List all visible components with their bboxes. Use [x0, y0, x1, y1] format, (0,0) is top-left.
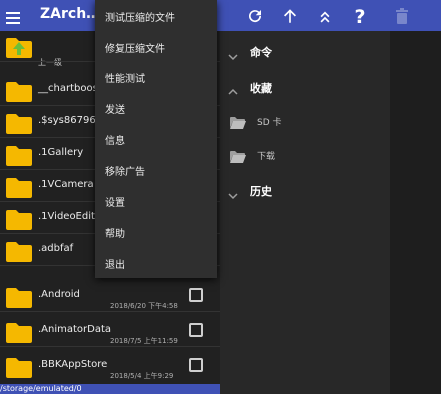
file-date: 2018/7/5 上午11:59 — [110, 337, 178, 345]
file-name: .1Gallery — [38, 147, 84, 158]
trash-icon[interactable] — [390, 4, 414, 28]
menu-item-test-archive[interactable]: 测试压缩的文件 — [105, 9, 175, 24]
file-name: .adbfaf — [38, 243, 74, 254]
list-item[interactable]: .AnimatorData 2018/7/5 上午11:59 — [0, 316, 220, 347]
app-title: ZArch… — [40, 6, 101, 22]
chevron-down-icon — [228, 185, 238, 204]
folder-icon — [6, 287, 32, 308]
svg-text:?: ? — [354, 6, 365, 26]
arrow-up-icon[interactable] — [278, 4, 302, 28]
folder-open-icon — [230, 114, 246, 129]
folder-icon — [6, 209, 32, 230]
chevron-up-icon — [228, 81, 238, 100]
help-question-icon[interactable]: ? — [348, 4, 372, 28]
menu-item-benchmark[interactable]: 性能测试 — [105, 70, 145, 85]
select-checkbox[interactable] — [189, 323, 203, 337]
drawer-section-label: 命令 — [250, 46, 272, 59]
overflow-menu: 测试压缩的文件 修复压缩文件 性能测试 发送 信息 移除广告 设置 帮助 退出 — [95, 0, 217, 278]
chevron-down-icon — [228, 46, 238, 65]
current-path: /storage/emulated/0 — [0, 384, 82, 393]
path-status-bar: /storage/emulated/0 — [0, 384, 221, 394]
file-name: .BBKAppStore — [38, 359, 108, 370]
file-name: .$sys867960 — [38, 115, 103, 126]
folder-up-icon — [6, 37, 32, 58]
background-panel — [390, 31, 441, 394]
file-name: .AnimatorData — [38, 324, 112, 335]
menu-item-info[interactable]: 信息 — [105, 132, 125, 147]
folder-icon — [6, 357, 32, 378]
select-checkbox[interactable] — [189, 358, 203, 372]
list-item[interactable]: .Android 2018/6/20 下午4:58 — [0, 281, 220, 312]
double-chevron-up-icon[interactable] — [313, 4, 337, 28]
menu-item-send[interactable]: 发送 — [105, 101, 125, 116]
folder-icon — [6, 177, 32, 198]
file-name: __chartboost — [38, 83, 102, 94]
menu-item-remove-ads[interactable]: 移除广告 — [105, 163, 145, 178]
select-checkbox[interactable] — [189, 288, 203, 302]
folder-icon — [6, 145, 32, 166]
file-date: 2018/5/4 上午9:29 — [110, 372, 174, 380]
refresh-icon[interactable] — [243, 4, 267, 28]
drawer-section-label: 历史 — [250, 185, 272, 198]
app-bar: ZArch… ? — [0, 0, 441, 31]
file-name: .1VCamera — [38, 179, 94, 190]
menu-item-settings[interactable]: 设置 — [105, 194, 125, 209]
menu-item-exit[interactable]: 退出 — [105, 256, 125, 271]
list-item[interactable]: .BBKAppStore 2018/5/4 上午9:29 — [0, 351, 220, 382]
parent-folder-label: 上一级 — [38, 58, 62, 67]
menu-item-repair-archive[interactable]: 修复压缩文件 — [105, 40, 165, 55]
folder-icon — [6, 241, 32, 262]
folder-icon — [6, 81, 32, 102]
drawer-item-label: 下载 — [257, 152, 276, 162]
folder-icon — [6, 322, 32, 343]
file-name: .Android — [38, 289, 80, 300]
drawer-item-label: SD 卡 — [257, 118, 282, 128]
folder-icon — [6, 113, 32, 134]
menu-item-help[interactable]: 帮助 — [105, 225, 125, 240]
hamburger-menu-icon[interactable] — [6, 9, 20, 24]
file-date: 2018/6/20 下午4:58 — [110, 302, 178, 310]
folder-open-icon — [230, 148, 246, 163]
drawer-section-label: 收藏 — [250, 82, 272, 95]
